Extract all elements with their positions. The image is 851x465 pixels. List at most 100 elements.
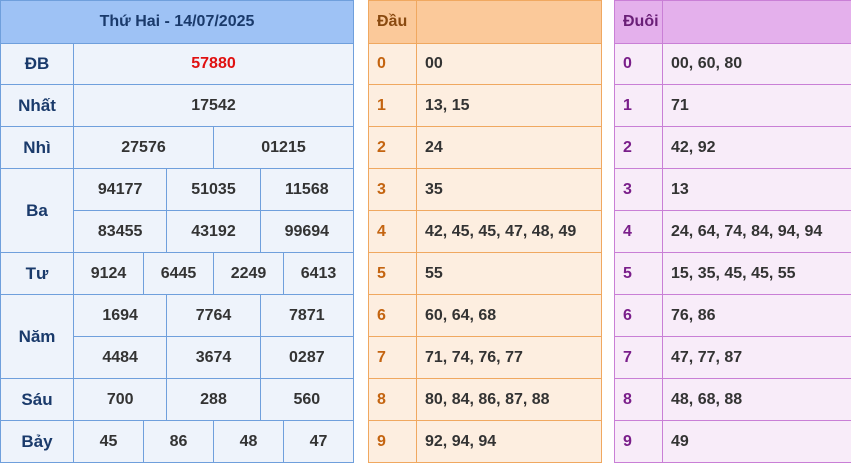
prize-number: 0287 <box>289 348 325 366</box>
prize-row: Tư 9124 6445 2249 6413 <box>1 253 353 295</box>
prize-row: Bảy 45 86 48 47 <box>1 421 353 463</box>
duoi-row: 3 13 <box>615 169 851 211</box>
dau-numbers: 71, 74, 76, 77 <box>425 348 523 366</box>
duoi-row: 0 00, 60, 80 <box>615 43 851 85</box>
prize-number: 4484 <box>74 337 168 378</box>
prize-label: Tư <box>1 253 74 294</box>
dau-digit: 4 <box>369 211 417 252</box>
prize-number: 7871 <box>289 306 325 324</box>
duoi-row: 4 24, 64, 74, 84, 94, 94 <box>615 211 851 253</box>
dau-digit: 6 <box>369 295 417 336</box>
dau-digit: 3 <box>369 169 417 210</box>
dau-row: 1 13, 15 <box>369 85 601 127</box>
prize-number: 99694 <box>284 222 330 240</box>
prize-number: 1694 <box>74 295 168 336</box>
prize-label: Ba <box>1 169 74 252</box>
duoi-table: Đuôi 0 00, 60, 80 1 71 2 42, 92 3 13 4 24, 64, 74… <box>614 0 851 463</box>
prize-number: 6445 <box>144 253 214 294</box>
duoi-row: 2 42, 92 <box>615 127 851 169</box>
duoi-digit: 1 <box>615 85 663 126</box>
duoi-numbers: 13 <box>671 180 689 198</box>
prize-number: 2249 <box>214 253 284 294</box>
dau-numbers: 13, 15 <box>425 96 470 114</box>
dau-numbers: 60, 64, 68 <box>425 306 497 324</box>
dau-header: Đầu <box>369 1 601 44</box>
duoi-header: Đuôi <box>615 1 851 44</box>
dau-row: 0 00 <box>369 43 601 85</box>
duoi-row: 9 49 <box>615 421 851 463</box>
prize-number: 47 <box>309 432 328 450</box>
prize-number: 51035 <box>167 169 261 210</box>
prize-label: Năm <box>1 295 74 378</box>
duoi-row: 8 48, 68, 88 <box>615 379 851 421</box>
prize-label: Nhì <box>1 127 74 168</box>
duoi-row: 6 76, 86 <box>615 295 851 337</box>
duoi-numbers: 47, 77, 87 <box>671 348 743 366</box>
duoi-digit: 7 <box>615 337 663 378</box>
prize-number: 27576 <box>74 127 214 168</box>
results-date-header: Thứ Hai - 14/07/2025 <box>1 1 353 44</box>
prize-number: 86 <box>144 421 214 462</box>
duoi-numbers: 15, 35, 45, 45, 55 <box>671 264 796 282</box>
dau-table: Đầu 0 00 1 13, 15 2 24 3 35 4 42, 45, 45, 47, 48,… <box>368 0 602 463</box>
prize-number: 7764 <box>167 295 261 336</box>
dau-numbers: 80, 84, 86, 87, 88 <box>425 390 550 408</box>
duoi-row: 1 71 <box>615 85 851 127</box>
prize-row: ĐB 57880 <box>1 43 353 85</box>
duoi-digit: 4 <box>615 211 663 252</box>
prize-row: Sáu 700 288 560 <box>1 379 353 421</box>
prize-number: 01215 <box>261 138 306 156</box>
duoi-digit: 0 <box>615 43 663 84</box>
duoi-numbers: 24, 64, 74, 84, 94, 94 <box>671 222 823 240</box>
dau-numbers: 42, 45, 45, 47, 48, 49 <box>425 222 577 240</box>
dau-row: 2 24 <box>369 127 601 169</box>
dau-numbers: 00 <box>425 54 443 72</box>
duoi-numbers: 49 <box>671 432 689 450</box>
dau-row: 6 60, 64, 68 <box>369 295 601 337</box>
dau-row: 3 35 <box>369 169 601 211</box>
dau-numbers: 92, 94, 94 <box>425 432 497 450</box>
duoi-digit: 6 <box>615 295 663 336</box>
results-table: Thứ Hai - 14/07/2025 ĐB 57880 Nhất 17542 Nhì… <box>0 0 354 463</box>
duoi-digit: 5 <box>615 253 663 294</box>
dau-digit: 1 <box>369 85 417 126</box>
prize-label: Bảy <box>1 421 74 462</box>
dau-row: 8 80, 84, 86, 87, 88 <box>369 379 601 421</box>
dau-row: 7 71, 74, 76, 77 <box>369 337 601 379</box>
dau-row: 5 55 <box>369 253 601 295</box>
dau-digit: 8 <box>369 379 417 420</box>
duoi-numbers: 42, 92 <box>671 138 716 156</box>
duoi-digit: 8 <box>615 379 663 420</box>
dau-digit: 7 <box>369 337 417 378</box>
dau-header-label: Đầu <box>369 1 417 43</box>
duoi-header-label: Đuôi <box>615 1 663 43</box>
dau-row: 4 42, 45, 45, 47, 48, 49 <box>369 211 601 253</box>
prize-number: 3674 <box>167 337 261 378</box>
duoi-row: 5 15, 35, 45, 45, 55 <box>615 253 851 295</box>
prize-row: Nhì 27576 01215 <box>1 127 353 169</box>
prize-number: 6413 <box>300 264 337 282</box>
prize-label: ĐB <box>1 43 74 84</box>
dau-digit: 2 <box>369 127 417 168</box>
prize-number: 83455 <box>74 211 168 252</box>
dau-numbers: 24 <box>425 138 443 156</box>
duoi-numbers: 00, 60, 80 <box>671 54 743 72</box>
prize-number: 700 <box>74 379 168 420</box>
prize-number: 288 <box>167 379 261 420</box>
prize-number: 9124 <box>74 253 144 294</box>
prize-label: Nhất <box>1 85 74 126</box>
dau-numbers: 35 <box>425 180 443 198</box>
duoi-numbers: 71 <box>671 96 689 114</box>
prize-number: 11568 <box>285 180 329 198</box>
prize-number: 43192 <box>167 211 261 252</box>
prize-number: 17542 <box>191 96 236 114</box>
duoi-digit: 9 <box>615 421 663 462</box>
dau-digit: 5 <box>369 253 417 294</box>
dau-digit: 9 <box>369 421 417 462</box>
prize-number: 560 <box>293 390 321 408</box>
duoi-digit: 2 <box>615 127 663 168</box>
prize-row: Ba 94177 51035 11568 83455 43192 99694 <box>1 169 353 253</box>
duoi-numbers: 76, 86 <box>671 306 716 324</box>
duoi-row: 7 47, 77, 87 <box>615 337 851 379</box>
prize-row: Năm 1694 7764 7871 4484 3674 0287 <box>1 295 353 379</box>
